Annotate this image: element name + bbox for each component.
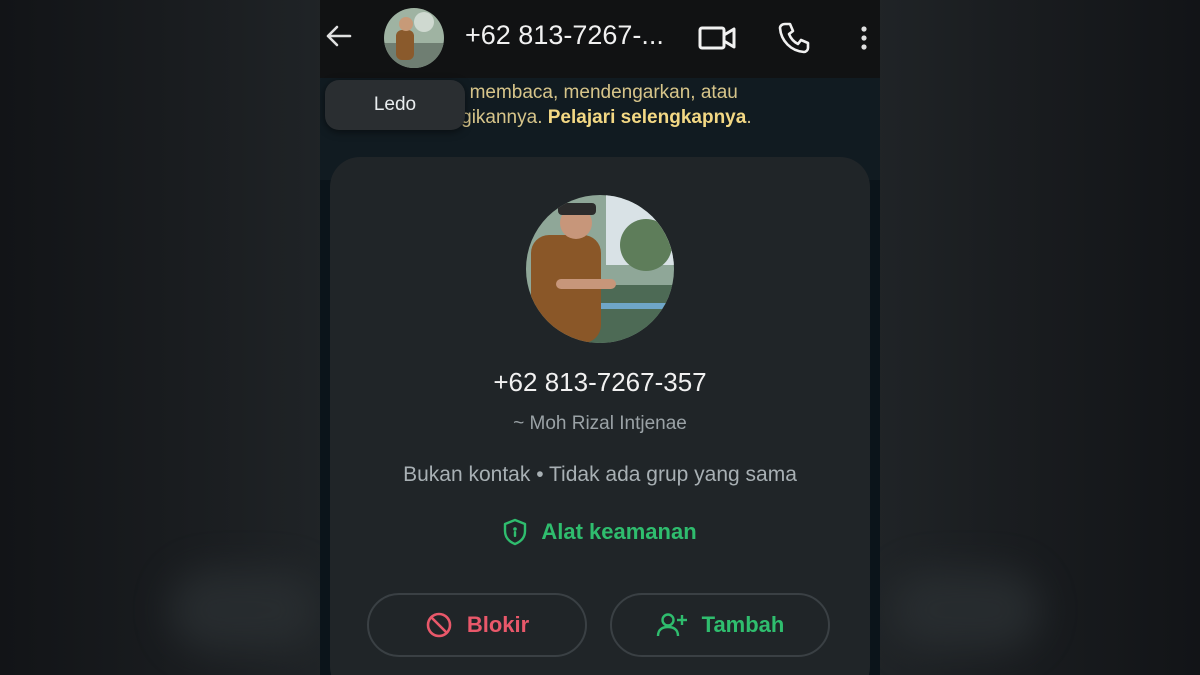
block-button[interactable]: Blokir xyxy=(367,593,587,657)
contact-phone-number: +62 813-7267-357 xyxy=(493,367,707,397)
contact-push-name: ~ Moh Rizal Intjenae xyxy=(513,413,687,434)
header-title[interactable]: +62 813-7267-... xyxy=(465,20,664,51)
contact-status-info: Bukan kontak • Tidak ada grup yang sama xyxy=(403,463,797,486)
block-icon xyxy=(426,612,452,638)
avatar-tooltip: Ledo xyxy=(325,80,465,130)
video-call-icon[interactable] xyxy=(698,20,738,56)
profile-photo-icon xyxy=(526,195,674,343)
top-bar: +62 813-7267-... xyxy=(320,0,880,78)
more-options-icon[interactable] xyxy=(856,20,872,56)
notice-text: isa membaca, mendengarkan, atau xyxy=(440,82,738,103)
person-add-icon xyxy=(656,613,687,637)
security-tools-label: Alat keamanan xyxy=(541,519,697,544)
block-button-label: Blokir xyxy=(466,612,530,637)
back-arrow-icon[interactable] xyxy=(320,18,356,54)
background-left xyxy=(0,0,330,675)
phone-screen: isa membaca, mendengarkan, atau bagikann… xyxy=(320,0,880,675)
notice-end: . xyxy=(746,107,752,128)
learn-more-link[interactable]: Pelajari selengkapnya xyxy=(548,107,747,128)
voice-call-icon[interactable] xyxy=(776,20,812,56)
avatar-photo-icon xyxy=(384,8,444,68)
add-contact-button[interactable]: Tambah xyxy=(610,593,830,657)
background-right xyxy=(870,0,1200,675)
profile-photo[interactable] xyxy=(526,195,674,343)
add-contact-label: Tambah xyxy=(701,612,785,637)
header-avatar[interactable] xyxy=(384,8,444,68)
unknown-contact-card: +62 813-7267-357 ~ Moh Rizal Intjenae Bu… xyxy=(330,157,870,675)
shield-icon xyxy=(504,518,527,546)
encryption-notice: isa membaca, mendengarkan, atau bagikann… xyxy=(440,80,860,130)
security-tools-link[interactable]: Alat keamanan xyxy=(330,515,870,549)
